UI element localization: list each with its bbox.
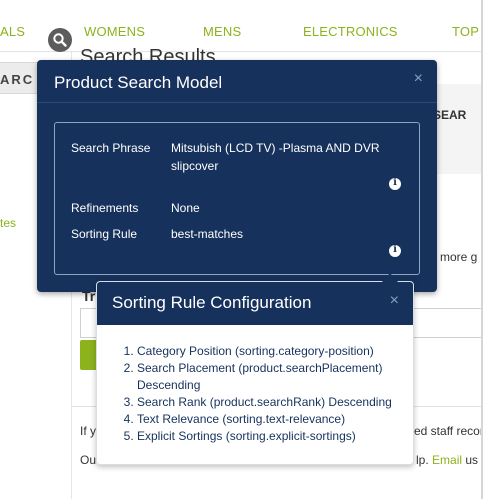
list-item: Search Rank (product.searchRank) Descend… <box>137 394 409 411</box>
nav-item-als[interactable]: ALS <box>0 24 25 39</box>
info-glyph: i <box>393 177 397 188</box>
list-item: Explicit Sortings (sorting.explicit-sort… <box>137 428 409 445</box>
list-item: Text Relevance (sorting.text-relevance) <box>137 411 409 428</box>
nav-item-electronics[interactable]: ELECTRONICS <box>303 24 398 39</box>
nav-item-top-sellers[interactable]: TOP S <box>452 24 483 39</box>
search-phrase-label: Search Phrase <box>71 141 151 155</box>
close-icon[interactable]: × <box>390 292 399 310</box>
sorting-info-icon[interactable]: i <box>389 244 401 257</box>
modal-title: Product Search Model <box>54 73 223 92</box>
list-item: Category Position (sorting.category-posi… <box>137 343 409 360</box>
contact-suffix: us c <box>465 453 483 467</box>
list-item: Search Placement (product.searchPlacemen… <box>137 360 409 394</box>
nav-item-mens[interactable]: MENS <box>203 24 241 39</box>
help-text-right: ed staff recom <box>414 424 483 438</box>
contact-text-left: Ou <box>80 453 97 467</box>
refinements-value: None <box>171 201 200 215</box>
help-text-left: If y <box>80 424 97 438</box>
search-bar-label: ARC <box>0 72 35 87</box>
popover-header: Sorting Rule Configuration × <box>97 282 413 325</box>
modal-header: Product Search Model × <box>37 60 437 103</box>
top-navigation: ALS WOMENS MENS ELECTRONICS TOP S <box>0 0 483 52</box>
info-glyph: i <box>393 244 397 255</box>
close-icon[interactable]: × <box>414 70 423 88</box>
search-phrase-value: Mitsubish (LCD TV) -Plasma AND DVR slipc… <box>171 141 380 173</box>
info-icon[interactable]: i <box>389 177 401 190</box>
contact-prefix: lp. <box>416 453 433 467</box>
sorting-rule-list: Category Position (sorting.category-posi… <box>119 343 409 445</box>
sorting-rule-popover: Sorting Rule Configuration × Category Po… <box>96 273 414 465</box>
email-link[interactable]: Email <box>432 453 462 467</box>
refinements-label: Refinements <box>71 201 139 215</box>
suggestion-text: a more g <box>430 250 478 264</box>
sidebar-link[interactable]: tes <box>0 216 16 230</box>
popover-title: Sorting Rule Configuration <box>112 293 312 312</box>
contact-text-right: lp. Email us c <box>416 453 483 467</box>
sorting-rule-value: best-matches <box>171 227 244 241</box>
search-icon[interactable] <box>48 28 72 52</box>
sorting-rule-label: Sorting Rule <box>71 227 138 241</box>
popover-pointer <box>382 273 398 282</box>
product-search-modal: Product Search Model × Search Phrase Mit… <box>37 60 437 292</box>
search-details-box: Search Phrase Mitsubish (LCD TV) -Plasma… <box>54 122 420 275</box>
nav-item-womens[interactable]: WOMENS <box>84 24 145 39</box>
